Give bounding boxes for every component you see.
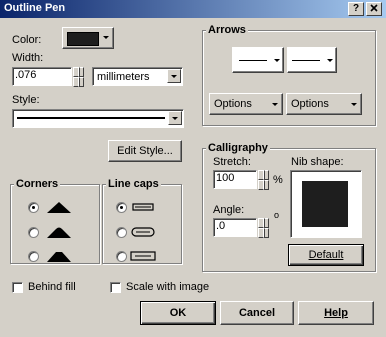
stretch-value[interactable]	[214, 171, 256, 185]
width-unit-select[interactable]: millimeters	[92, 67, 183, 86]
width-value[interactable]	[13, 68, 71, 82]
cap-butt-radio[interactable]	[116, 202, 127, 213]
chevron-down-icon	[327, 59, 333, 62]
help-button[interactable]: Help	[298, 301, 374, 325]
nib-shape-label: Nib shape:	[291, 156, 344, 168]
window-title: Outline Pen	[4, 2, 66, 14]
width-label: Width:	[12, 52, 44, 64]
cap-round-radio[interactable]	[116, 227, 127, 238]
behind-fill-checkbox[interactable]	[12, 282, 23, 293]
angle-value[interactable]	[214, 219, 256, 233]
stretch-unit: %	[273, 174, 283, 186]
chevron-down-icon[interactable]	[167, 69, 181, 83]
close-title-button[interactable]	[366, 2, 382, 16]
color-swatch	[67, 32, 99, 46]
nib-shape-preview[interactable]	[290, 170, 362, 238]
scale-with-image-checkbox[interactable]	[110, 282, 121, 293]
color-picker-button[interactable]	[62, 27, 114, 49]
stretch-input[interactable]	[213, 170, 257, 189]
width-unit-value: millimeters	[97, 71, 150, 83]
default-nib-button[interactable]: Default	[288, 244, 364, 266]
angle-label: Angle:	[213, 204, 245, 216]
title-bar: Outline Pen	[0, 0, 386, 18]
butt-cap-icon	[132, 203, 154, 211]
chevron-down-icon[interactable]	[168, 111, 182, 125]
corners-title: Corners	[14, 178, 61, 190]
stretch-spinner[interactable]	[258, 170, 269, 190]
arrows-title: Arrows	[206, 24, 248, 36]
angle-input[interactable]	[213, 218, 257, 237]
stretch-label: Stretch:	[213, 156, 251, 168]
round-corner-icon	[47, 227, 71, 238]
corner-miter-radio[interactable]	[28, 202, 39, 213]
angle-spinner[interactable]	[258, 218, 269, 238]
bevel-corner-icon	[47, 252, 71, 262]
close-icon	[370, 4, 378, 12]
arrow-line-preview	[292, 60, 320, 61]
width-input[interactable]	[12, 67, 72, 86]
corner-bevel-radio[interactable]	[28, 251, 39, 262]
color-label: Color:	[12, 34, 42, 46]
edit-style-button[interactable]: Edit Style...	[108, 140, 182, 162]
spin-down-icon[interactable]	[73, 77, 84, 87]
corner-round-radio[interactable]	[28, 227, 39, 238]
arrow-end-options-button[interactable]: Options	[286, 93, 362, 115]
arrow-start-options-button[interactable]: Options	[209, 93, 283, 115]
chevron-down-icon	[103, 36, 109, 39]
angle-unit: o	[274, 210, 280, 220]
chevron-down-icon	[274, 59, 280, 62]
calligraphy-title: Calligraphy	[206, 142, 270, 154]
end-arrow-select[interactable]	[287, 47, 337, 73]
chevron-down-icon	[272, 103, 278, 106]
cap-square-radio[interactable]	[116, 251, 127, 262]
spin-down-icon[interactable]	[258, 180, 269, 190]
spin-up-icon[interactable]	[73, 67, 84, 77]
start-arrow-select[interactable]	[232, 47, 284, 73]
spin-up-icon[interactable]	[258, 218, 269, 228]
nib-shape-square	[302, 181, 348, 227]
ok-button[interactable]: OK	[140, 301, 216, 325]
round-cap-icon	[131, 227, 155, 237]
chevron-down-icon	[351, 103, 357, 106]
miter-corner-icon	[47, 202, 71, 213]
spin-down-icon[interactable]	[258, 228, 269, 238]
line-style-preview	[17, 117, 165, 119]
cancel-button[interactable]: Cancel	[220, 301, 294, 325]
arrow-line-preview	[239, 60, 267, 61]
style-label: Style:	[12, 94, 40, 106]
width-spinner[interactable]	[73, 67, 84, 87]
spin-up-icon[interactable]	[258, 170, 269, 180]
square-cap-icon	[130, 251, 156, 261]
style-select[interactable]	[12, 109, 184, 128]
line-caps-title: Line caps	[106, 178, 161, 190]
behind-fill-label: Behind fill	[28, 281, 76, 293]
scale-with-image-label: Scale with image	[126, 281, 210, 293]
help-title-button[interactable]: ?	[348, 2, 364, 16]
